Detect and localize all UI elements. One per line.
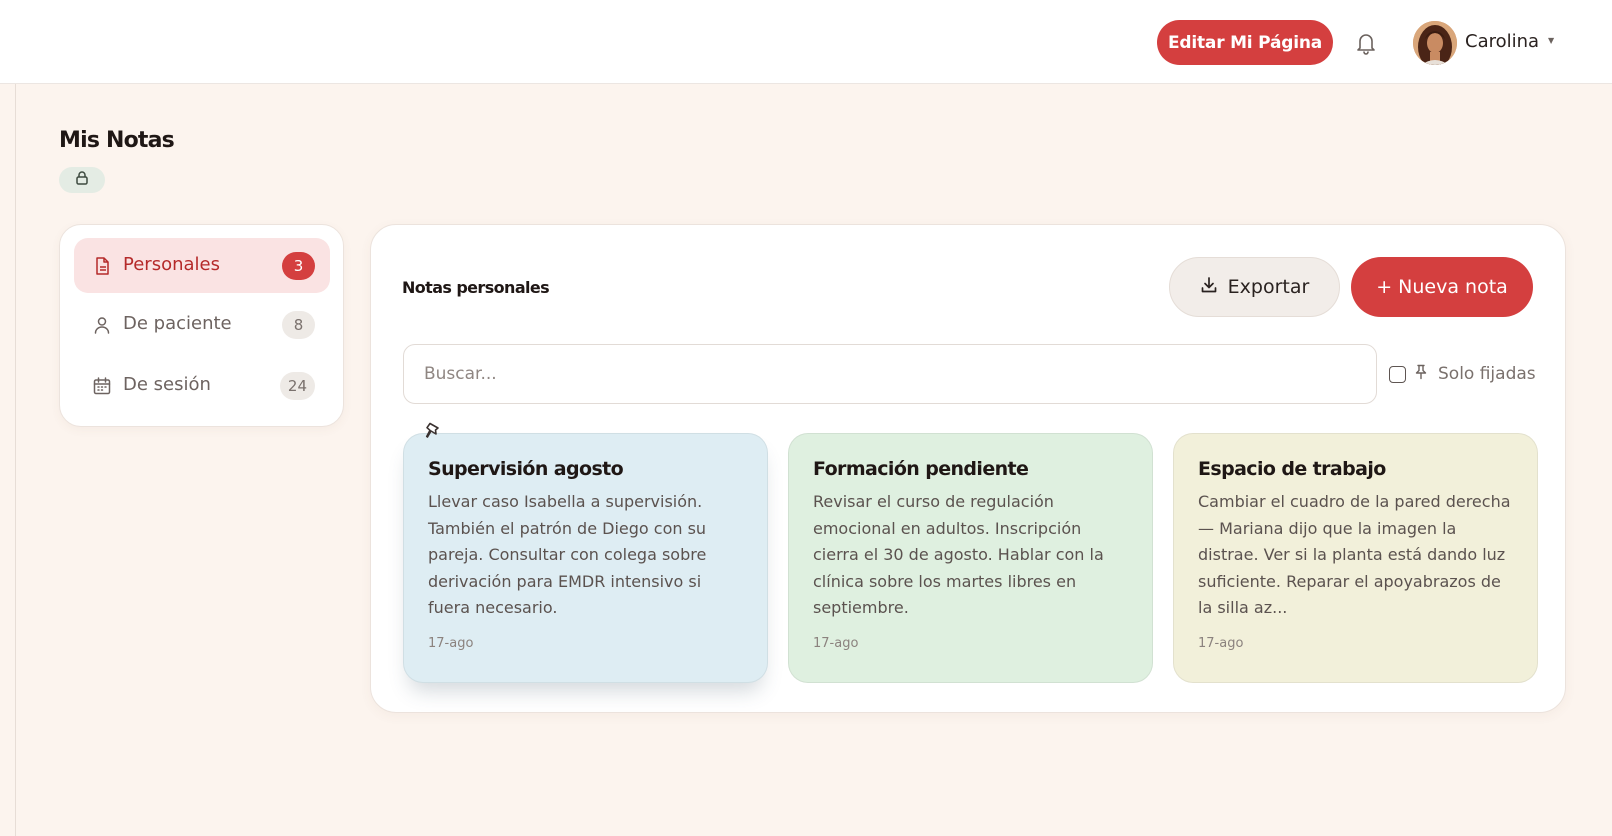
sidebar-item-de-sesion[interactable]: De sesión 24 <box>74 358 330 413</box>
top-bar: Editar Mi Página Carolina ▼ <box>0 0 1612 84</box>
note-title: Formación pendiente <box>813 458 1029 480</box>
person-icon <box>92 315 112 335</box>
count-badge: 24 <box>279 372 315 400</box>
page-title: Mis Notas <box>59 128 175 153</box>
pinned-only-filter[interactable]: Solo fijadas <box>1389 360 1536 388</box>
search-input[interactable] <box>403 344 1377 404</box>
note-body: Cambiar el cuadro de la pared derecha — … <box>1198 492 1511 617</box>
download-icon <box>1200 276 1218 299</box>
export-label: Exportar <box>1227 276 1310 298</box>
sidebar-item-personales[interactable]: Personales 3 <box>74 238 330 293</box>
pinned-only-label: Solo fijadas <box>1438 364 1536 384</box>
sidebar-item-de-paciente[interactable]: De paciente 8 <box>74 297 330 352</box>
left-divider <box>15 84 16 836</box>
note-date: 17-ago <box>813 635 859 651</box>
pin-icon <box>1414 364 1428 384</box>
note-title: Espacio de trabajo <box>1198 458 1386 480</box>
note-date: 17-ago <box>1198 635 1244 651</box>
note-card[interactable]: Supervisión agosto Llevar caso Isabella … <box>403 433 768 683</box>
edit-my-page-button[interactable]: Editar Mi Página <box>1157 20 1333 65</box>
note-date: 17-ago <box>428 635 474 651</box>
sidebar-item-label: De sesión <box>123 374 211 395</box>
note-title: Supervisión agosto <box>428 458 624 480</box>
new-note-button[interactable]: + Nueva nota <box>1351 257 1533 317</box>
lock-icon <box>74 170 90 190</box>
caret-down-icon[interactable]: ▼ <box>1548 36 1554 45</box>
notes-panel: Notas personales Exportar + Nueva nota S… <box>370 224 1566 713</box>
user-name[interactable]: Carolina <box>1465 31 1539 52</box>
sidebar-item-label: De paciente <box>123 313 232 334</box>
avatar[interactable] <box>1413 21 1457 65</box>
pinned-only-checkbox[interactable] <box>1389 365 1406 383</box>
count-badge: 3 <box>282 252 315 280</box>
count-badge: 8 <box>282 311 315 339</box>
note-body: Llevar caso Isabella a supervisión. Tamb… <box>428 492 707 617</box>
note-body: Revisar el curso de regulación emocional… <box>813 492 1104 617</box>
sidebar-item-label: Personales <box>123 254 220 275</box>
note-card[interactable]: Espacio de trabajo Cambiar el cuadro de … <box>1173 433 1538 683</box>
document-icon <box>92 256 112 276</box>
pinned-icon[interactable] <box>424 421 442 441</box>
category-sidebar: Personales 3 De paciente 8 De sesión 24 <box>59 224 344 427</box>
export-button[interactable]: Exportar <box>1169 257 1340 317</box>
section-title: Notas personales <box>402 278 550 297</box>
note-card[interactable]: Formación pendiente Revisar el curso de … <box>788 433 1153 683</box>
calendar-icon <box>92 376 112 396</box>
privacy-badge <box>59 167 105 193</box>
bell-icon[interactable] <box>1354 30 1378 56</box>
